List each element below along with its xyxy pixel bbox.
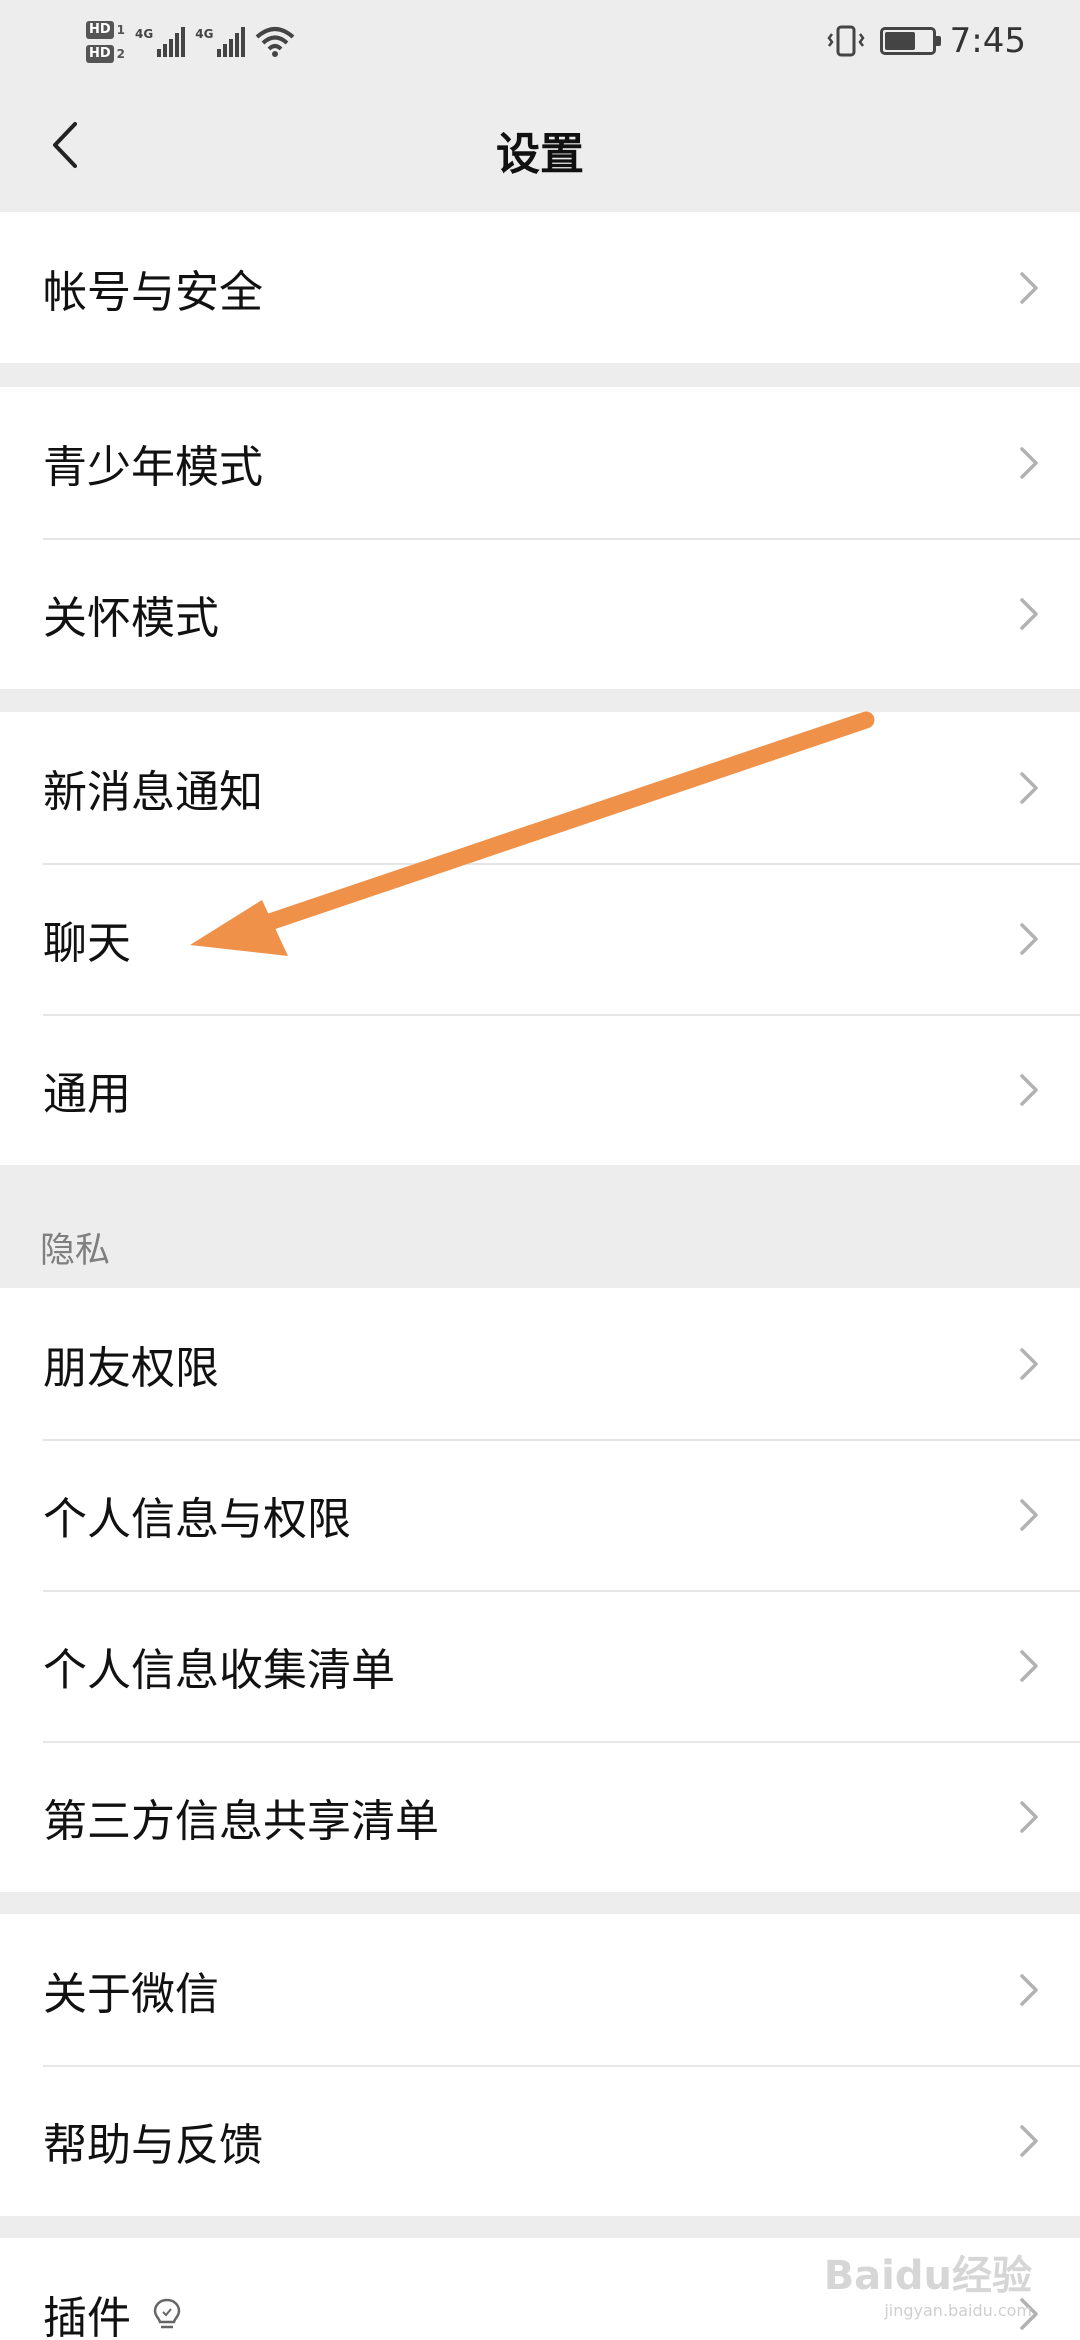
modes-group: 青少年模式 关怀模式: [0, 387, 1080, 689]
settings-item-label: 新消息通知: [43, 766, 263, 818]
sim2-indicator: HD 2: [86, 45, 125, 63]
lightbulb-icon: [153, 2298, 181, 2328]
settings-item-label: 插件: [43, 2292, 131, 2340]
chevron-right-icon: [1020, 1800, 1038, 1833]
settings-item-friend-permissions[interactable]: 朋友权限: [0, 1288, 1080, 1439]
chevron-right-icon: [1020, 597, 1038, 630]
settings-screen: HD 1 HD 2 4G 4G 7:45 设置 帐号与安全 青少年模式 关怀模式…: [0, 0, 1080, 2340]
settings-item-personal-info-permissions[interactable]: 个人信息与权限: [0, 1439, 1080, 1590]
sim1-number: 1: [116, 23, 126, 37]
settings-item-personal-info-collection-list[interactable]: 个人信息收集清单: [0, 1590, 1080, 1741]
settings-item-label: 通用: [43, 1068, 131, 1120]
battery-icon: [879, 27, 941, 55]
sim-indicators: HD 1 HD 2: [86, 21, 125, 63]
account-group: 帐号与安全: [0, 212, 1080, 363]
sim1-indicator: HD 1: [86, 21, 125, 39]
signal-icon-1: 4G: [135, 27, 186, 57]
network-type-1: 4G: [135, 27, 154, 41]
status-left: HD 1 HD 2 4G 4G: [86, 12, 295, 72]
privacy-group: 朋友权限 个人信息与权限 个人信息收集清单 第三方信息共享清单: [0, 1288, 1080, 1892]
about-group: 关于微信 帮助与反馈: [0, 1914, 1080, 2216]
chevron-right-icon: [1020, 922, 1038, 955]
network-type-2: 4G: [195, 27, 214, 41]
chevron-right-icon: [1020, 271, 1038, 304]
chevron-right-icon: [1020, 1973, 1038, 2006]
privacy-section-title: 隐私: [40, 1231, 111, 1271]
settings-item-label: 第三方信息共享清单: [43, 1795, 439, 1847]
settings-item-chat[interactable]: 聊天: [0, 863, 1080, 1014]
settings-item-general[interactable]: 通用: [0, 1014, 1080, 1165]
sim1-hd-label: HD: [86, 21, 114, 39]
chevron-right-icon: [1020, 446, 1038, 479]
baidu-watermark: Baidu经验 jingyan.baidu.com: [824, 2243, 1032, 2320]
chevron-right-icon: [1020, 1073, 1038, 1106]
settings-item-label: 个人信息收集清单: [43, 1644, 395, 1696]
sim2-number: 2: [116, 47, 126, 61]
settings-item-third-party-sharing-list[interactable]: 第三方信息共享清单: [0, 1741, 1080, 1892]
chevron-right-icon: [1020, 1498, 1038, 1531]
settings-item-new-message-notification[interactable]: 新消息通知: [0, 712, 1080, 863]
settings-item-label: 个人信息与权限: [43, 1493, 351, 1545]
signal-icon-2: 4G: [195, 27, 246, 57]
settings-item-label: 帮助与反馈: [43, 2119, 263, 2171]
chevron-right-icon: [1020, 771, 1038, 804]
settings-item-account-security[interactable]: 帐号与安全: [0, 212, 1080, 363]
clock-time: 7:45: [949, 21, 1026, 61]
page-title: 设置: [496, 129, 584, 180]
settings-item-label: 朋友权限: [43, 1342, 219, 1394]
settings-item-label: 关于微信: [43, 1968, 219, 2020]
chevron-right-icon: [1020, 1649, 1038, 1682]
settings-item-teen-mode[interactable]: 青少年模式: [0, 387, 1080, 538]
status-right: 7:45: [826, 16, 1026, 66]
general-group: 新消息通知 聊天 通用: [0, 712, 1080, 1165]
settings-item-label: 聊天: [43, 917, 131, 969]
navigation-bar: 设置: [0, 80, 1080, 210]
chevron-right-icon: [1020, 1347, 1038, 1380]
settings-item-label: 青少年模式: [43, 441, 263, 493]
settings-item-label: 帐号与安全: [43, 266, 263, 318]
settings-item-help-feedback[interactable]: 帮助与反馈: [0, 2065, 1080, 2216]
settings-item-label: 关怀模式: [43, 592, 219, 644]
settings-item-about-wechat[interactable]: 关于微信: [0, 1914, 1080, 2065]
settings-item-care-mode[interactable]: 关怀模式: [0, 538, 1080, 689]
watermark-url: jingyan.baidu.com: [884, 2301, 1032, 2320]
wifi-icon: [256, 27, 295, 57]
watermark-text: Baidu经验: [823, 2253, 1032, 2299]
status-bar: HD 1 HD 2 4G 4G 7:45: [0, 0, 1080, 80]
chevron-right-icon: [1020, 2124, 1038, 2157]
vibrate-icon: [827, 25, 865, 57]
sim2-hd-label: HD: [86, 45, 114, 63]
